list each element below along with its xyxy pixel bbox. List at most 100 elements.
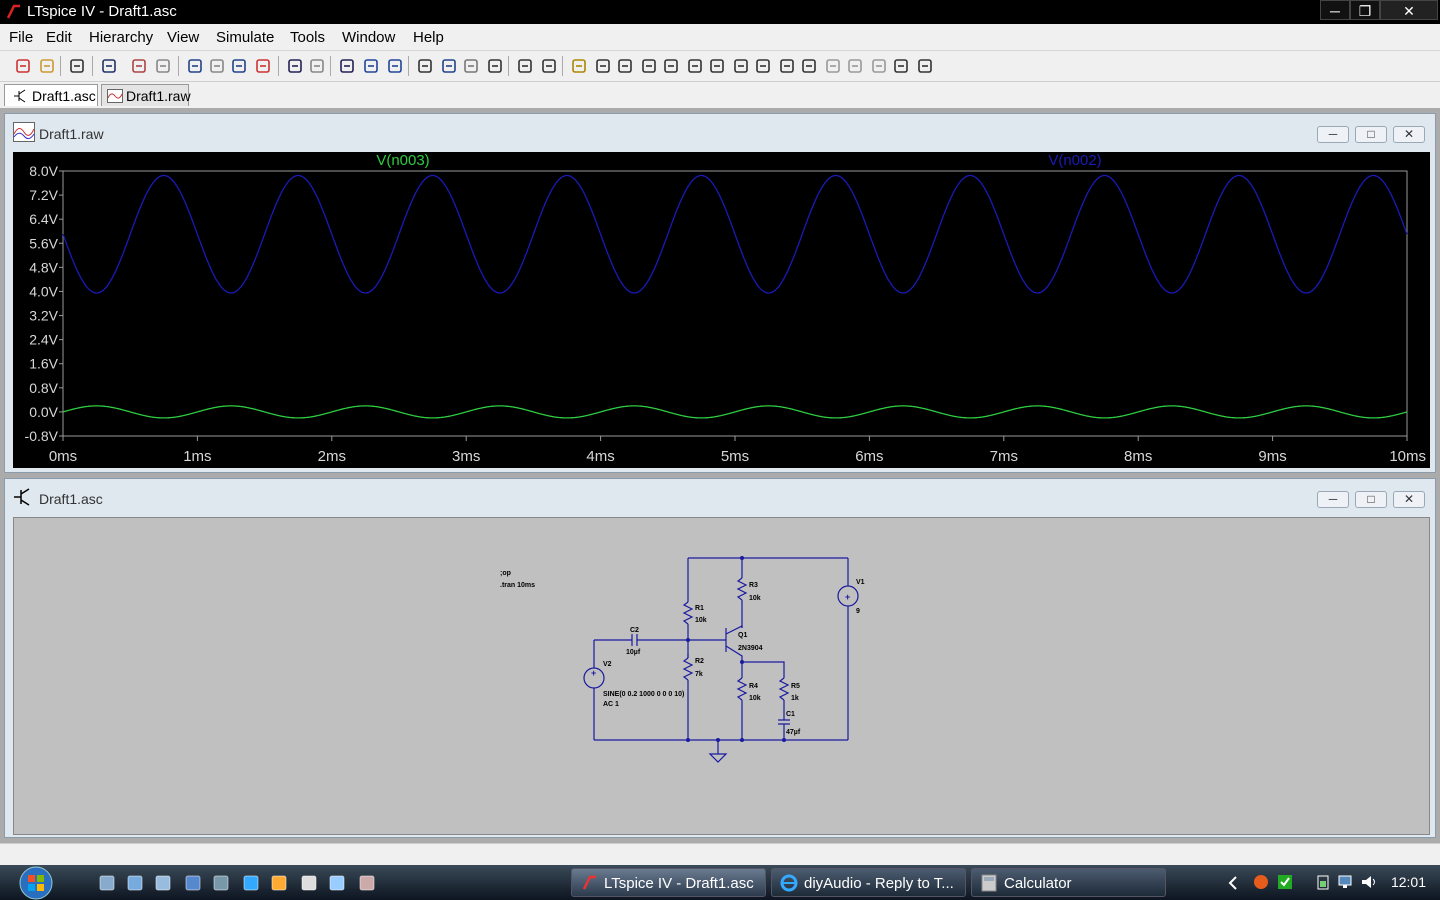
- wire-icon[interactable]: [570, 57, 588, 75]
- tile-vertical-icon[interactable]: [308, 57, 326, 75]
- task-diyaudio[interactable]: diyAudio - Reply to T...: [771, 868, 966, 897]
- menu-tools[interactable]: Tools: [290, 29, 325, 46]
- schematic-canvas[interactable]: + + ;op .tran 10ms R1 10k R2 7k R3 10k R…: [13, 517, 1430, 835]
- label-icon[interactable]: [616, 57, 634, 75]
- r3-name[interactable]: R3: [749, 582, 758, 589]
- r1-name[interactable]: R1: [695, 605, 704, 612]
- series-line-vn002[interactable]: [62, 174, 1408, 294]
- schematic-maximize-button[interactable]: □: [1355, 491, 1387, 508]
- directive-tran[interactable]: .tran 10ms: [500, 582, 535, 589]
- r3-value[interactable]: 10k: [749, 595, 761, 602]
- r5-name[interactable]: R5: [791, 683, 800, 690]
- menu-view[interactable]: View: [167, 29, 199, 46]
- v2-name[interactable]: V2: [603, 661, 612, 668]
- v1-value[interactable]: 9: [856, 608, 860, 615]
- ground-icon[interactable]: [594, 57, 612, 75]
- zoom-out-icon[interactable]: [230, 57, 248, 75]
- computer-icon[interactable]: [184, 874, 202, 892]
- zoom-in-icon[interactable]: [186, 57, 204, 75]
- v1-name[interactable]: V1: [856, 579, 865, 586]
- tile-horizontal-icon[interactable]: [286, 57, 304, 75]
- find-icon[interactable]: [486, 57, 504, 75]
- close-all-icon[interactable]: [362, 57, 380, 75]
- media-player-icon[interactable]: [270, 874, 288, 892]
- r4-value[interactable]: 10k: [749, 695, 761, 702]
- network-icon[interactable]: [328, 874, 346, 892]
- tab-draft1-asc[interactable]: Draft1.asc: [4, 84, 98, 106]
- series-line-vn003[interactable]: [62, 405, 1408, 419]
- text-icon[interactable]: [892, 57, 910, 75]
- explorer-icon[interactable]: [126, 874, 144, 892]
- r2-name[interactable]: R2: [695, 658, 704, 665]
- menu-edit[interactable]: Edit: [46, 29, 72, 46]
- zoom-cancel-icon[interactable]: [254, 57, 272, 75]
- save-icon[interactable]: [68, 57, 86, 75]
- cascade-icon[interactable]: [338, 57, 356, 75]
- start-button[interactable]: [12, 865, 60, 900]
- switch-windows-icon[interactable]: [212, 874, 230, 892]
- menu-hierarchy[interactable]: Hierarchy: [89, 29, 153, 46]
- menu-simulate[interactable]: Simulate: [216, 29, 274, 46]
- c2-name[interactable]: C2: [630, 627, 639, 634]
- spice-directive-icon[interactable]: [916, 57, 934, 75]
- run-icon[interactable]: [130, 57, 148, 75]
- restore-button[interactable]: ❐: [1350, 0, 1380, 20]
- legend-vn002[interactable]: V(n002): [1048, 152, 1101, 169]
- r5-value[interactable]: 1k: [791, 695, 799, 702]
- component-icon[interactable]: [732, 57, 750, 75]
- v2-ac[interactable]: AC 1: [603, 701, 619, 708]
- tray-security-icon[interactable]: [1276, 873, 1294, 891]
- internet-explorer-icon[interactable]: [242, 874, 260, 892]
- inductor-icon[interactable]: [686, 57, 704, 75]
- documents-icon[interactable]: [154, 874, 172, 892]
- notepad-icon[interactable]: [300, 874, 318, 892]
- tray-expand-icon[interactable]: [1226, 875, 1240, 891]
- clock[interactable]: 12:01: [1391, 874, 1426, 890]
- diode-icon[interactable]: [708, 57, 726, 75]
- waveform-chart[interactable]: 8.0V 7.2V 6.4V 5.6V 4.8V 4.0V 3.2V 2.4V 1.6V 0.8V…: [13, 152, 1430, 468]
- menu-help[interactable]: Help: [413, 29, 444, 46]
- rotate-icon[interactable]: [846, 57, 864, 75]
- resistor-icon[interactable]: [640, 57, 658, 75]
- task-ltspice[interactable]: LTspice IV - Draft1.asc: [571, 868, 766, 897]
- minimize-button[interactable]: ─: [1320, 0, 1350, 20]
- r2-value[interactable]: 7k: [695, 671, 703, 678]
- zoom-area-icon[interactable]: [208, 57, 226, 75]
- menu-window[interactable]: Window: [342, 29, 395, 46]
- directive-op[interactable]: ;op: [500, 570, 511, 577]
- new-schematic-icon[interactable]: [14, 57, 32, 75]
- drag-icon[interactable]: [778, 57, 796, 75]
- print-preview-icon[interactable]: [516, 57, 534, 75]
- c2-value[interactable]: 10µf: [626, 649, 641, 656]
- waveform-close-button[interactable]: ✕: [1393, 126, 1425, 143]
- q1-value[interactable]: 2N3904: [738, 645, 763, 652]
- q1-name[interactable]: Q1: [738, 632, 747, 639]
- schematic-close-button[interactable]: ✕: [1393, 491, 1425, 508]
- tray-volume-icon[interactable]: [1360, 873, 1378, 891]
- show-desktop-icon[interactable]: [98, 874, 116, 892]
- paste-icon[interactable]: [462, 57, 480, 75]
- schematic-drawing[interactable]: + + ;op .tran 10ms R1 10k R2 7k R3 10k R…: [14, 518, 1431, 836]
- waveform-minimize-button[interactable]: ─: [1317, 126, 1349, 143]
- cut-icon[interactable]: [416, 57, 434, 75]
- control-panel-icon[interactable]: [100, 57, 118, 75]
- tray-network-icon[interactable]: [1337, 873, 1355, 891]
- r1-value[interactable]: 10k: [695, 617, 707, 624]
- waveform-plot[interactable]: 8.0V 7.2V 6.4V 5.6V 4.8V 4.0V 3.2V 2.4V 1.6V 0.8V…: [13, 152, 1430, 468]
- move-icon[interactable]: [754, 57, 772, 75]
- r4-name[interactable]: R4: [749, 683, 758, 690]
- tray-app-icon[interactable]: [1252, 873, 1270, 891]
- c1-value[interactable]: 47µf: [786, 729, 801, 736]
- window-icon[interactable]: [386, 57, 404, 75]
- paint-icon[interactable]: [358, 874, 376, 892]
- tab-draft1-raw[interactable]: Draft1.raw: [101, 84, 191, 106]
- mirror-icon[interactable]: [870, 57, 888, 75]
- print-icon[interactable]: [540, 57, 558, 75]
- v2-value[interactable]: SINE(0 0.2 1000 0 0 0 10): [603, 691, 684, 698]
- halt-icon[interactable]: [154, 57, 172, 75]
- tray-power-icon[interactable]: [1314, 873, 1332, 891]
- task-calculator[interactable]: Calculator: [971, 868, 1166, 897]
- redo-icon[interactable]: [824, 57, 842, 75]
- open-icon[interactable]: [38, 57, 56, 75]
- undo-icon[interactable]: [800, 57, 818, 75]
